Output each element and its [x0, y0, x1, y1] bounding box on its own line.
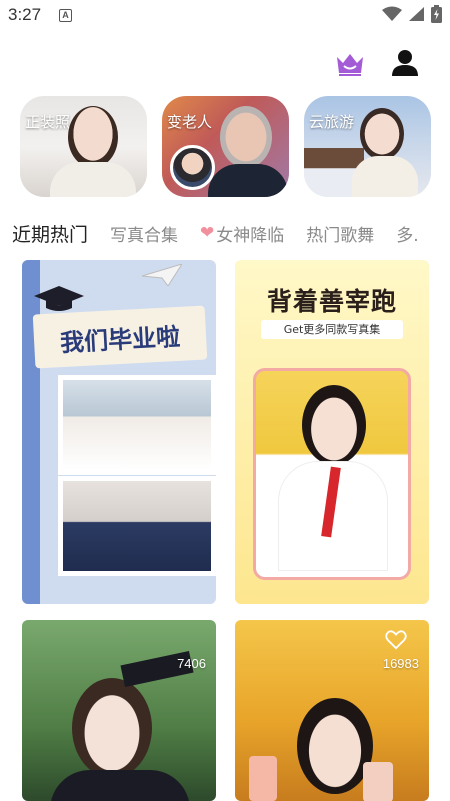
portrait-body [208, 164, 288, 197]
portrait-image [360, 108, 404, 160]
paper-plane-icon [142, 264, 182, 286]
like-count: 16983 [382, 656, 419, 671]
heart-icon: ❤ [200, 223, 215, 243]
portrait-image [297, 698, 373, 794]
portrait-body [50, 770, 190, 801]
feature-card-label: 变老人 [167, 113, 213, 131]
photo-image [63, 481, 211, 571]
tab-recent-hot[interactable]: 近期热门 [12, 220, 88, 247]
cellular-signal-icon [409, 7, 424, 21]
drink-cup-left [249, 756, 277, 801]
portrait-image [302, 385, 366, 465]
heart-outline-icon[interactable] [385, 630, 407, 650]
feature-card-formal-photo[interactable]: 正装照 [20, 96, 147, 197]
portrait-image [68, 106, 118, 168]
template-card-graduation-portrait[interactable]: 7406 [22, 620, 216, 801]
template-card-umbrella[interactable]: 16983 [235, 620, 429, 801]
feature-cards: 正装照 变老人 云旅游 [20, 96, 432, 198]
user-icon [392, 50, 418, 76]
tab-more[interactable]: 多. [396, 221, 418, 246]
notification-badge-icon: A [59, 9, 72, 22]
tab-goddess[interactable]: ❤ 女神降临 [200, 221, 284, 246]
wifi-icon [382, 6, 402, 21]
status-icons [382, 5, 442, 23]
tab-label: 女神降临 [216, 225, 285, 246]
tab-hot-dance[interactable]: 热门歌舞 [306, 221, 374, 246]
template-subtitle: Get更多同款写真集 [261, 320, 403, 339]
tab-photo-collection[interactable]: 写真合集 [110, 221, 178, 246]
graduation-cap-icon [34, 286, 84, 311]
status-bar: 3:27 A [0, 0, 450, 34]
photo-frame [58, 476, 216, 576]
status-time: 3:27 [8, 5, 42, 24]
vip-crown-button[interactable] [334, 48, 366, 80]
portrait-body [352, 156, 418, 197]
template-card-lovely-runner[interactable]: 背着善宰跑 Get更多同款写真集 [235, 260, 429, 604]
battery-charging-icon [431, 5, 442, 23]
template-title: 背着善宰跑 [266, 287, 397, 316]
category-tabs: 近期热门 写真合集 ❤ 女神降临 热门歌舞 多. [12, 217, 450, 249]
feature-card-aging[interactable]: 变老人 [162, 96, 289, 197]
portrait-image [72, 678, 152, 778]
portrait-image [220, 106, 272, 168]
inset-avatar [170, 145, 215, 190]
drink-cup-right [363, 762, 393, 801]
template-card-graduation[interactable]: 我们毕业啦 [22, 260, 216, 604]
feature-card-cloud-travel[interactable]: 云旅游 [304, 96, 431, 197]
portrait-body [50, 162, 136, 197]
feature-card-label: 云旅游 [309, 113, 355, 131]
feature-card-label: 正装照 [25, 113, 71, 131]
profile-button[interactable] [388, 46, 422, 80]
photo-frame [58, 375, 216, 475]
graduation-banner: 我们毕业啦 [32, 305, 208, 369]
like-count: 7406 [177, 656, 206, 671]
photo-image [63, 380, 211, 470]
photo-frame [253, 368, 411, 580]
crown-icon [337, 54, 363, 76]
